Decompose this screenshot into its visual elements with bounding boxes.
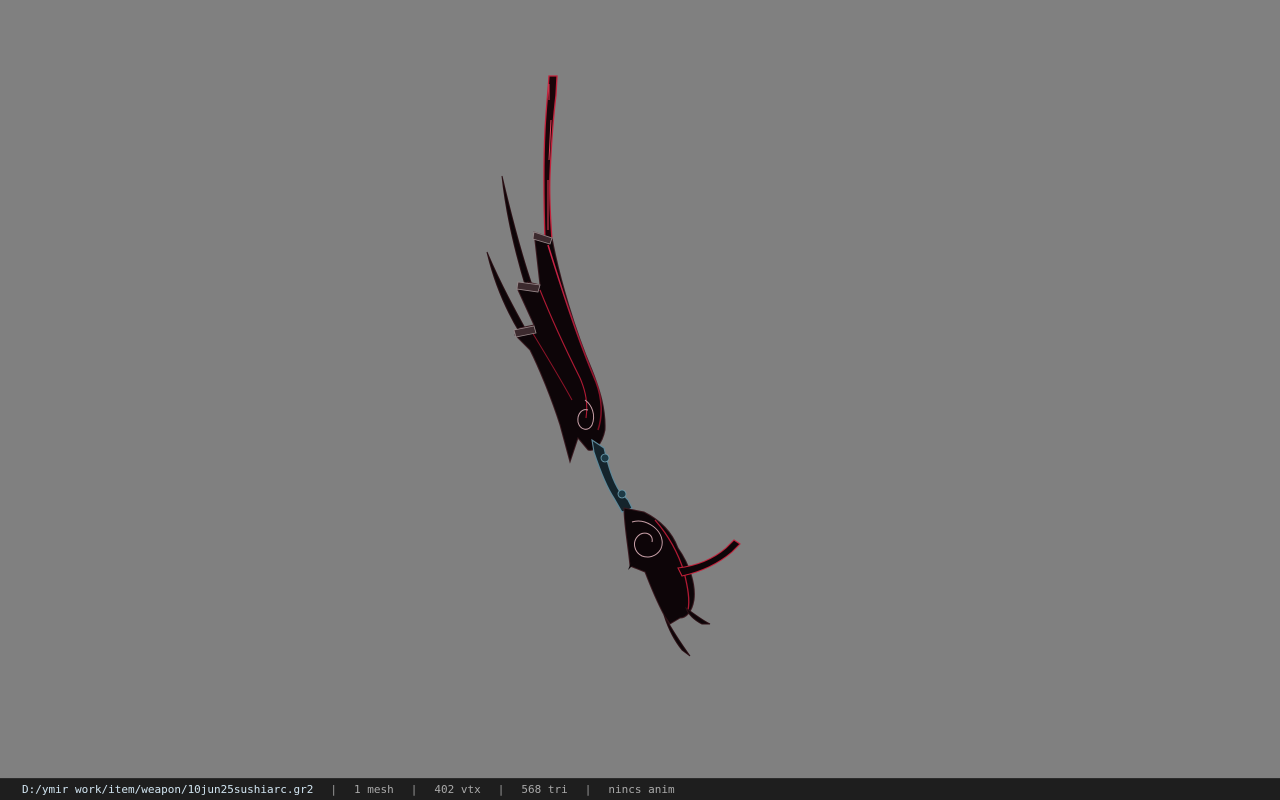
pommel-spike-2 — [685, 606, 711, 625]
sword-model-icon[interactable] — [0, 0, 1280, 778]
grip-gem-2 — [617, 489, 627, 499]
file-path: D:/ymir work/item/weapon/10jun25sushiarc… — [22, 783, 314, 796]
blade-body — [514, 231, 606, 464]
status-bar: D:/ymir work/item/weapon/10jun25sushiarc… — [0, 778, 1280, 800]
grip — [591, 438, 633, 513]
mesh-count: 1 mesh — [354, 783, 394, 796]
blade-spine — [543, 75, 558, 241]
pommel-hook — [677, 539, 741, 577]
animation-status: nincs anim — [608, 783, 675, 796]
grip-gem-1 — [600, 453, 610, 463]
separator: | — [497, 783, 505, 796]
separator: | — [410, 783, 418, 796]
triangle-count: 568 tri — [521, 783, 568, 796]
spike-1 — [501, 175, 533, 289]
separator: | — [330, 783, 338, 796]
vertex-count: 402 vtx — [434, 783, 481, 796]
pommel-spike-1 — [663, 614, 691, 657]
3d-viewport[interactable] — [0, 0, 1280, 778]
separator: | — [584, 783, 592, 796]
